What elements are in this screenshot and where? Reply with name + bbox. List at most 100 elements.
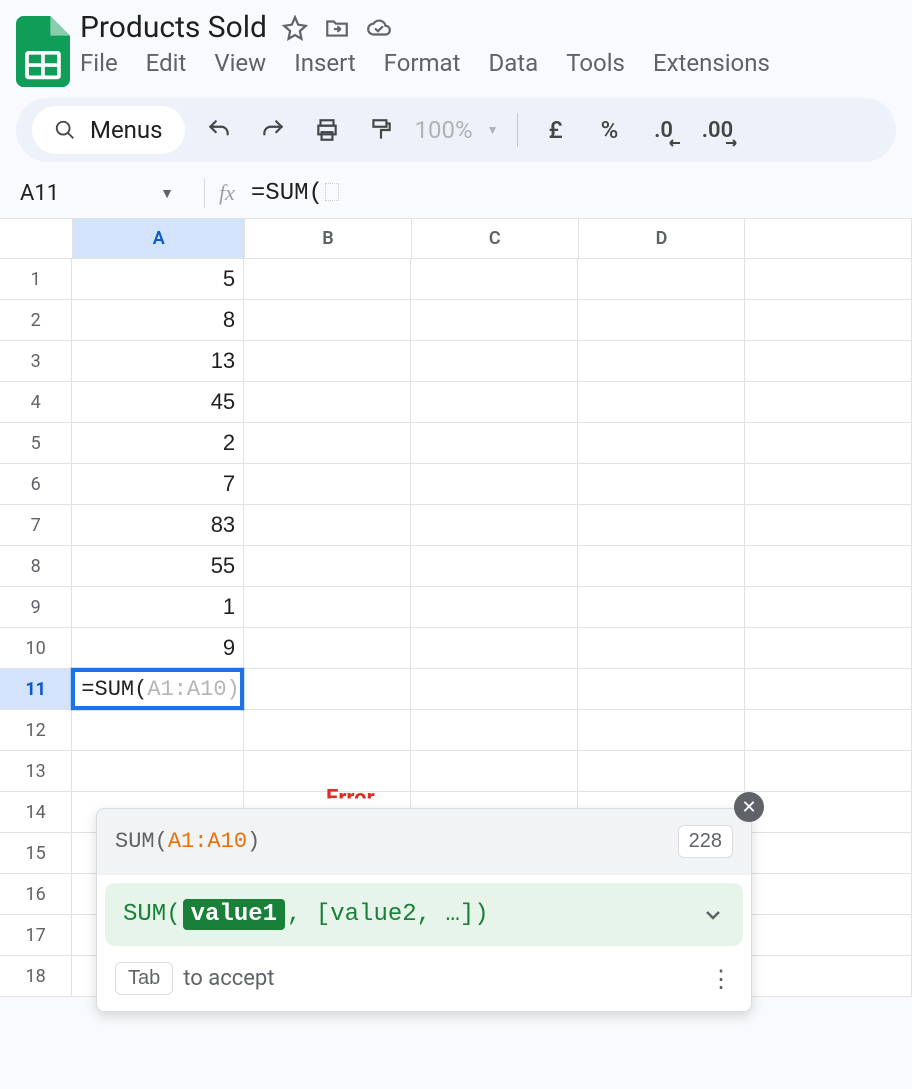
move-folder-icon[interactable] — [323, 14, 351, 42]
row-header[interactable]: 3 — [0, 341, 72, 382]
cell[interactable] — [745, 464, 912, 505]
row-header[interactable]: 4 — [0, 382, 72, 423]
star-icon[interactable] — [281, 14, 309, 42]
cell[interactable] — [745, 874, 912, 915]
percent-button[interactable]: % — [590, 110, 630, 150]
menu-tools[interactable]: Tools — [566, 49, 625, 77]
cell[interactable] — [578, 751, 745, 792]
formula-bar-input[interactable]: =SUM( — [251, 180, 339, 207]
cell[interactable] — [745, 546, 912, 587]
cell[interactable] — [411, 751, 578, 792]
row-header[interactable]: 11 — [0, 669, 72, 710]
cell[interactable] — [411, 546, 578, 587]
row-header[interactable]: 15 — [0, 833, 72, 874]
formula-signature-row[interactable]: SUM(value1, [value2, …]) — [105, 883, 743, 946]
cell[interactable]: 2 — [72, 423, 244, 464]
cell[interactable] — [745, 710, 912, 751]
cell[interactable]: 5 — [72, 259, 244, 300]
cell[interactable] — [72, 751, 244, 792]
cell[interactable] — [578, 546, 745, 587]
cell[interactable] — [745, 751, 912, 792]
cell[interactable] — [745, 505, 912, 546]
row-header[interactable]: 12 — [0, 710, 72, 751]
cell[interactable] — [578, 669, 745, 710]
cell[interactable] — [411, 259, 578, 300]
cell[interactable] — [411, 628, 578, 669]
cell[interactable] — [578, 505, 745, 546]
active-cell-a11[interactable]: =SUM(A1:A10) — [72, 669, 244, 710]
row-header[interactable]: 7 — [0, 505, 72, 546]
cell[interactable]: 8 — [72, 300, 244, 341]
cell[interactable] — [578, 341, 745, 382]
zoom-select[interactable]: 100% ▼ — [415, 116, 499, 144]
cell[interactable] — [411, 669, 578, 710]
menu-format[interactable]: Format — [384, 49, 461, 77]
menu-extensions[interactable]: Extensions — [653, 49, 770, 77]
row-header[interactable]: 13 — [0, 751, 72, 792]
row-header[interactable]: 2 — [0, 300, 72, 341]
cell[interactable] — [244, 423, 411, 464]
cell[interactable] — [411, 710, 578, 751]
cell[interactable] — [411, 382, 578, 423]
currency-button[interactable]: £ — [536, 110, 576, 150]
cell[interactable] — [745, 382, 912, 423]
cell[interactable]: 13 — [72, 341, 244, 382]
cell[interactable] — [745, 792, 912, 833]
cell[interactable] — [578, 710, 745, 751]
cell[interactable]: 7 — [72, 464, 244, 505]
menu-view[interactable]: View — [214, 49, 266, 77]
column-header-b[interactable]: B — [245, 219, 412, 259]
cell[interactable] — [578, 628, 745, 669]
cell[interactable] — [72, 710, 244, 751]
column-header-c[interactable]: C — [412, 219, 579, 259]
cell[interactable] — [411, 464, 578, 505]
column-header-e[interactable] — [745, 219, 912, 259]
cell[interactable] — [244, 546, 411, 587]
cell[interactable] — [244, 628, 411, 669]
row-header[interactable]: 5 — [0, 423, 72, 464]
cell[interactable] — [244, 587, 411, 628]
row-header[interactable]: 9 — [0, 587, 72, 628]
cell[interactable] — [244, 300, 411, 341]
cell[interactable] — [745, 259, 912, 300]
select-all-corner[interactable] — [0, 219, 73, 259]
row-header[interactable]: 16 — [0, 874, 72, 915]
cell[interactable] — [578, 382, 745, 423]
row-header[interactable]: 10 — [0, 628, 72, 669]
cell[interactable] — [411, 423, 578, 464]
cell[interactable] — [745, 833, 912, 874]
redo-button[interactable] — [253, 110, 293, 150]
cell[interactable] — [244, 464, 411, 505]
name-box[interactable]: A11 ▼ — [20, 181, 190, 206]
print-button[interactable] — [307, 110, 347, 150]
close-icon[interactable]: ✕ — [734, 792, 764, 822]
cell[interactable]: 45 — [72, 382, 244, 423]
column-header-d[interactable]: D — [579, 219, 746, 259]
cell[interactable]: 1 — [72, 587, 244, 628]
menu-edit[interactable]: Edit — [146, 49, 187, 77]
cell[interactable]: 9 — [72, 628, 244, 669]
cell[interactable] — [578, 464, 745, 505]
menu-file[interactable]: File — [80, 49, 118, 77]
cell[interactable]: 55 — [72, 546, 244, 587]
row-header[interactable]: 6 — [0, 464, 72, 505]
row-header[interactable]: 1 — [0, 259, 72, 300]
cell[interactable] — [244, 505, 411, 546]
column-header-a[interactable]: A — [73, 219, 245, 259]
cell[interactable] — [745, 956, 912, 997]
cell[interactable] — [578, 423, 745, 464]
cell[interactable] — [244, 341, 411, 382]
paint-format-button[interactable] — [361, 110, 401, 150]
more-options-icon[interactable]: ⋮ — [709, 965, 733, 993]
cell[interactable] — [745, 300, 912, 341]
menus-search[interactable]: Menus — [32, 106, 185, 154]
cell[interactable] — [411, 505, 578, 546]
cell[interactable] — [244, 751, 411, 792]
cell[interactable] — [745, 915, 912, 956]
cell[interactable]: 83 — [72, 505, 244, 546]
cell[interactable] — [745, 587, 912, 628]
row-header[interactable]: 8 — [0, 546, 72, 587]
cell[interactable] — [578, 300, 745, 341]
menu-data[interactable]: Data — [488, 49, 538, 77]
cell[interactable] — [411, 341, 578, 382]
